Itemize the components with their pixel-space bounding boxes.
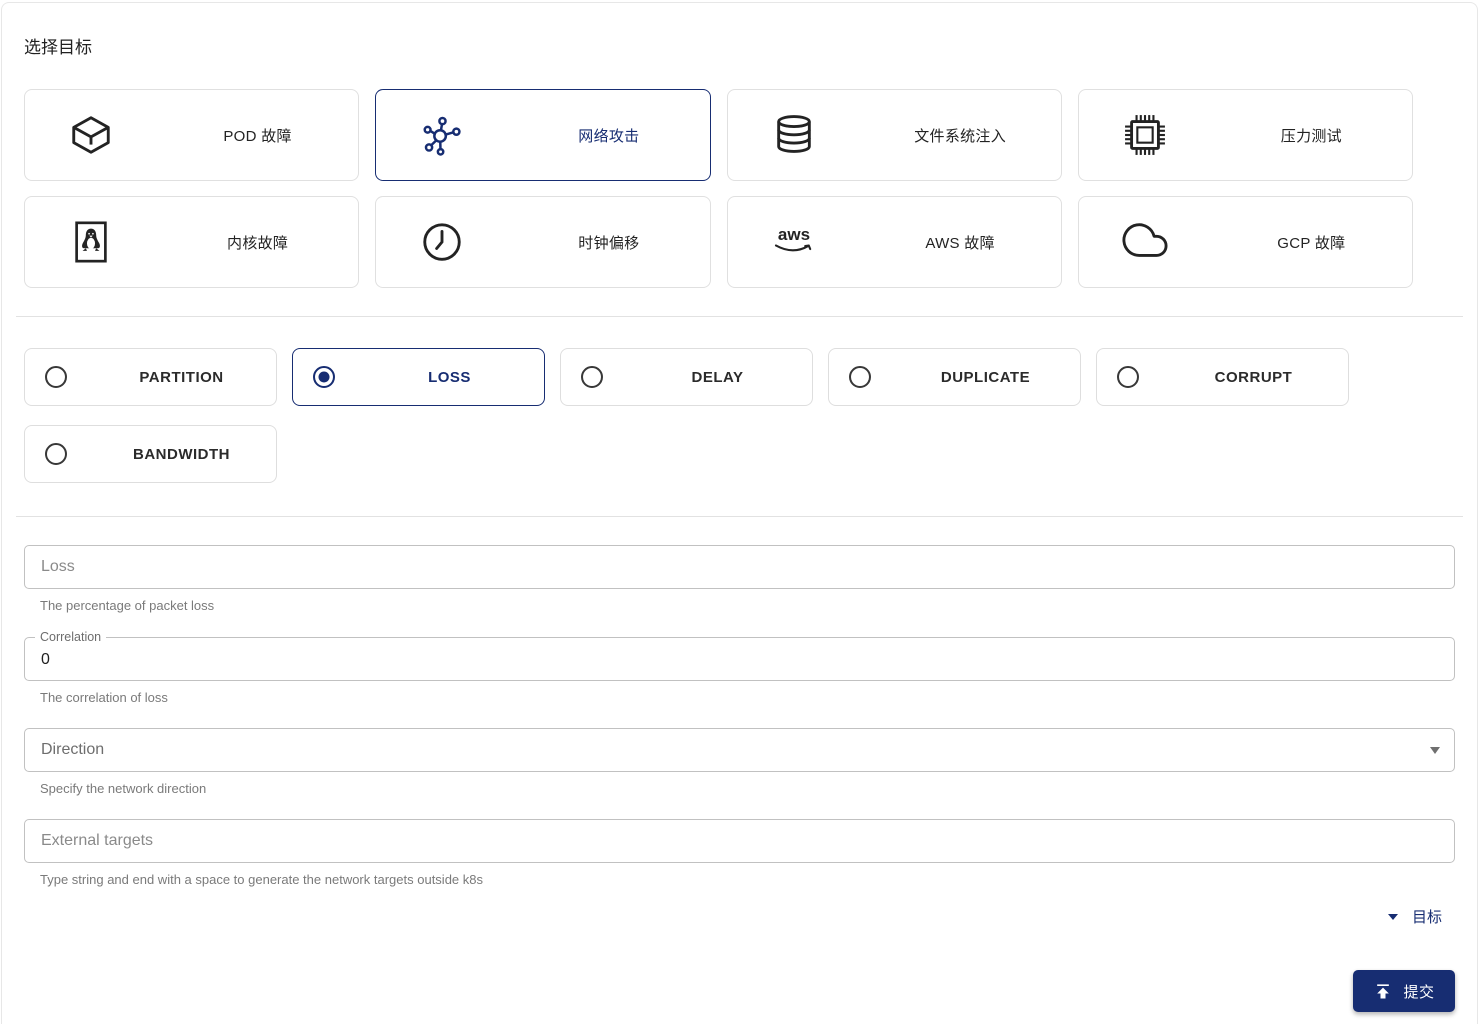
target-kind-grid: POD 故障 网络攻击 <box>24 89 1413 288</box>
target-card-label: 压力测试 <box>1211 125 1412 146</box>
target-card-clock[interactable]: 时钟偏移 <box>375 196 710 288</box>
action-chip-delay[interactable]: DELAY <box>560 348 813 406</box>
external-targets-helper: Type string and end with a space to gene… <box>40 872 1455 887</box>
action-chip-corrupt[interactable]: CORRUPT <box>1096 348 1349 406</box>
target-card-label: 内核故障 <box>157 232 358 253</box>
arrow-drop-down-icon <box>1388 914 1398 920</box>
correlation-field: Correlation <box>24 637 1455 681</box>
loss-helper: The percentage of packet loss <box>40 598 1455 613</box>
target-card-gcp[interactable]: GCP 故障 <box>1078 196 1413 288</box>
loss-form: The percentage of packet loss Correlatio… <box>24 545 1455 887</box>
action-chip-partition[interactable]: PARTITION <box>24 348 277 406</box>
publish-icon <box>1373 981 1393 1001</box>
target-card-label: AWS 故障 <box>860 232 1061 253</box>
network-action-grid: PARTITION LOSS DELAY DUPLICATE CORRUPT B… <box>24 348 1455 483</box>
target-card-filesystem[interactable]: 文件系统注入 <box>727 89 1062 181</box>
cpu-icon <box>1079 112 1211 158</box>
correlation-label: Correlation <box>35 629 106 645</box>
target-card-kernel[interactable]: 内核故障 <box>24 196 359 288</box>
submit-button-label: 提交 <box>1403 981 1434 1002</box>
clock-icon <box>376 219 508 265</box>
radio-icon <box>45 366 67 388</box>
direction-helper: Specify the network direction <box>40 781 1455 796</box>
action-chip-label: CORRUPT <box>1159 369 1348 386</box>
action-chip-label: LOSS <box>355 369 544 386</box>
cloud-icon <box>1079 219 1211 265</box>
action-chip-duplicate[interactable]: DUPLICATE <box>828 348 1081 406</box>
scope-row: 目标 <box>24 904 1455 929</box>
action-chip-bandwidth[interactable]: BANDWIDTH <box>24 425 277 483</box>
action-chip-label: DELAY <box>623 369 812 386</box>
correlation-helper: The correlation of loss <box>40 690 1455 705</box>
new-experiment-panel: 选择目标 POD 故障 <box>1 2 1478 1024</box>
direction-select[interactable]: Direction <box>24 728 1455 772</box>
target-card-aws[interactable]: aws AWS 故障 <box>727 196 1062 288</box>
target-card-label: GCP 故障 <box>1211 232 1412 253</box>
filesystem-icon <box>728 112 860 158</box>
target-card-network[interactable]: 网络攻击 <box>375 89 710 181</box>
external-targets-input[interactable] <box>24 819 1455 863</box>
scope-toggle-label: 目标 <box>1412 906 1442 927</box>
action-chip-label: DUPLICATE <box>891 369 1080 386</box>
radio-checked-icon <box>313 366 335 388</box>
svg-text:aws: aws <box>777 225 809 244</box>
scope-accordion-toggle[interactable]: 目标 <box>1388 904 1442 929</box>
loss-input[interactable] <box>24 545 1455 589</box>
radio-icon <box>849 366 871 388</box>
submit-button[interactable]: 提交 <box>1353 970 1455 1012</box>
linux-icon <box>25 219 157 265</box>
target-card-label: 时钟偏移 <box>508 232 709 253</box>
network-icon <box>376 112 508 158</box>
target-card-label: 网络攻击 <box>508 125 709 146</box>
divider <box>16 316 1463 317</box>
pod-cube-icon <box>25 112 157 158</box>
action-chip-label: BANDWIDTH <box>87 446 276 463</box>
chevron-down-icon <box>1430 747 1440 754</box>
radio-icon <box>45 443 67 465</box>
correlation-input[interactable] <box>24 637 1455 681</box>
submit-row: 提交 <box>24 970 1455 1012</box>
radio-icon <box>1117 366 1139 388</box>
action-chip-loss[interactable]: LOSS <box>292 348 545 406</box>
page-title: 选择目标 <box>24 33 1455 58</box>
target-card-label: POD 故障 <box>157 125 358 146</box>
aws-icon: aws <box>728 225 860 259</box>
target-card-stress[interactable]: 压力测试 <box>1078 89 1413 181</box>
direction-select-value: Direction <box>41 741 104 759</box>
target-card-label: 文件系统注入 <box>860 125 1061 146</box>
action-chip-label: PARTITION <box>87 369 276 386</box>
divider <box>16 516 1463 517</box>
radio-icon <box>581 366 603 388</box>
target-card-pod[interactable]: POD 故障 <box>24 89 359 181</box>
